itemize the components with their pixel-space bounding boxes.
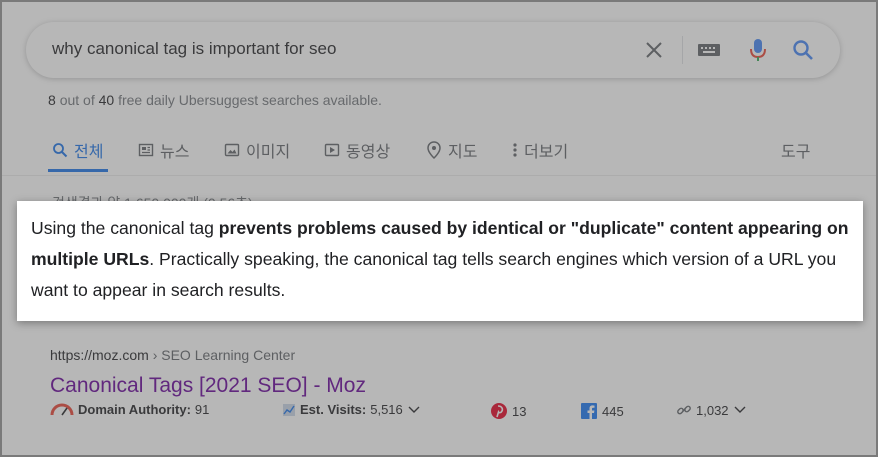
tab-label: 전체 (74, 144, 104, 161)
tab-label: 도구 (781, 144, 811, 161)
snippet-text: Using the canonical tag prevents problem… (31, 213, 853, 306)
search-icon[interactable] (791, 38, 815, 62)
snippet-text-end: . Practically speaking, the canonical ta… (31, 249, 837, 300)
image-icon (224, 143, 240, 157)
chart-icon (283, 403, 295, 416)
more-dots-icon (513, 143, 517, 157)
tab-label: 동영상 (346, 144, 391, 161)
tab-images[interactable]: 이미지 (224, 138, 290, 162)
featured-snippet: Using the canonical tag prevents problem… (17, 201, 863, 321)
search-icon (53, 143, 68, 158)
domain-authority-label: Domain Authority: (78, 402, 191, 417)
tab-tools[interactable]: 도구 (781, 138, 810, 162)
est-visits: Est. Visits: 5,516 (282, 402, 421, 417)
search-box[interactable]: why canonical tag is important for seo (26, 22, 840, 78)
est-visits-value: 5,516 (370, 402, 403, 417)
tab-maps[interactable]: 지도 (426, 138, 477, 162)
keyboard-icon[interactable] (697, 38, 721, 62)
gauge-icon (50, 403, 74, 415)
tab-videos[interactable]: 동영상 (324, 138, 390, 162)
tab-news[interactable]: 뉴스 (138, 138, 189, 162)
tab-label: 더보기 (524, 144, 569, 161)
searches-total: 40 (98, 92, 115, 108)
ubersuggest-suffix: free daily Ubersuggest searches availabl… (118, 92, 382, 108)
est-visits-label: Est. Visits: (300, 402, 367, 417)
out-of-label: out of (59, 92, 95, 108)
search-divider (682, 36, 683, 64)
result-breadcrumb[interactable]: https://moz.com › SEO Learning Center (50, 347, 295, 363)
searches-used: 8 (48, 92, 56, 108)
seo-metrics-bar: Domain Authority: 91 Est. Visits: 5,516 … (50, 402, 810, 424)
backlinks: 1,032 (676, 402, 747, 418)
result-path: › SEO Learning Center (148, 347, 296, 363)
tab-more[interactable]: 더보기 (512, 138, 568, 162)
domain-authority-value: 91 (194, 402, 210, 417)
tab-label: 지도 (448, 144, 478, 161)
ubersuggest-notice: 8 out of 40 free daily Ubersuggest searc… (48, 92, 382, 108)
facebook-icon (581, 403, 597, 419)
tab-label: 뉴스 (160, 144, 190, 161)
active-tab-indicator (48, 169, 108, 172)
tab-label: 이미지 (246, 144, 291, 161)
tab-all[interactable]: 전체 (52, 138, 103, 162)
link-icon (677, 405, 691, 415)
microphone-icon[interactable] (746, 38, 770, 62)
search-input[interactable]: why canonical tag is important for seo (52, 39, 336, 59)
chevron-down-icon[interactable] (407, 405, 421, 415)
news-icon (138, 143, 154, 157)
result-domain: https://moz.com (50, 347, 149, 363)
clear-icon[interactable] (642, 38, 666, 62)
pinterest-count: 13 (512, 403, 527, 419)
facebook-count: 445 (602, 403, 624, 419)
result-title-link[interactable]: Canonical Tags [2021 SEO] - Moz (50, 374, 366, 398)
tabs-divider (2, 175, 876, 176)
facebook-shares: 445 (580, 402, 624, 420)
search-tabs: 전체 뉴스 이미지 동영상 지도 더보기 도구 (48, 138, 828, 168)
links-count: 1,032 (696, 402, 729, 418)
video-icon (324, 143, 340, 157)
chevron-down-icon[interactable] (733, 405, 747, 415)
pinterest-icon (491, 403, 507, 419)
screenshot-frame: why canonical tag is important for seo 8… (0, 0, 878, 457)
pinterest-shares: 13 (490, 402, 526, 420)
domain-authority: Domain Authority: 91 (50, 402, 209, 417)
map-pin-icon (427, 141, 441, 159)
snippet-text-start: Using the canonical tag (31, 218, 219, 238)
